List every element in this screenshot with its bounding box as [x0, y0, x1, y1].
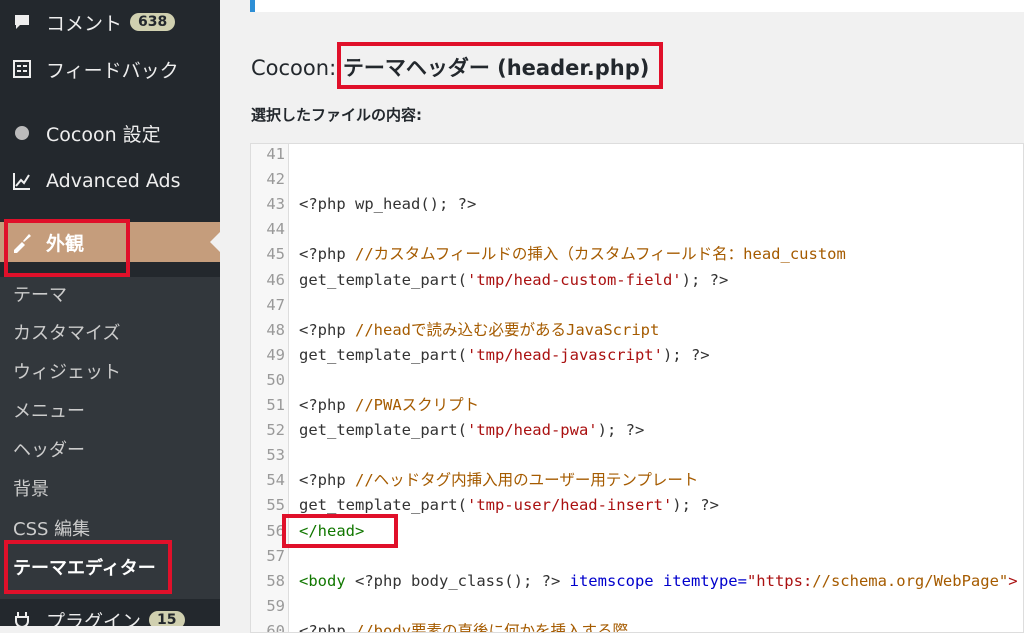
submenu-themes[interactable]: テーマ — [13, 278, 67, 314]
line-number: 46 — [266, 270, 285, 289]
menu-feedback[interactable]: フィードバック — [0, 49, 220, 89]
comment-icon — [10, 10, 34, 34]
code-editor[interactable]: 41 42 43 <?php wp_head(); ?> 44 45 <?php //カスタ… — [250, 143, 1024, 633]
chart-icon — [10, 169, 34, 193]
plugins-count-badge: 15 — [149, 611, 185, 626]
highlight-appearance — [4, 219, 130, 277]
line-number: 43 — [266, 195, 285, 214]
code-line[interactable]: 53 — [251, 443, 1023, 468]
code-line[interactable]: 43 <?php wp_head(); ?> — [251, 192, 1023, 217]
submenu-customize[interactable]: カスタマイズ — [13, 316, 120, 352]
menu-cocoon-label: Cocoon 設定 — [46, 123, 161, 146]
menu-feedback-label: フィードバック — [46, 59, 179, 82]
menu-cocoon-settings[interactable]: Cocoon 設定 — [0, 113, 220, 153]
line-number: 47 — [266, 295, 285, 314]
comments-count-badge: 638 — [130, 13, 176, 31]
line-code: get_template_part('tmp/head-pwa'); ?> — [299, 421, 645, 440]
code-line[interactable]: 44 — [251, 217, 1023, 242]
line-code: <?php //ヘッドタグ内挿入用のユーザー用テンプレート — [299, 471, 699, 490]
line-number: 52 — [266, 421, 285, 440]
code-line[interactable]: 49 get_template_part('tmp/head-javascript… — [251, 343, 1023, 368]
line-code: <?php wp_head(); ?> — [299, 195, 477, 214]
highlight-title — [337, 42, 663, 89]
code-line[interactable]: 58 <body <?php body_class(); ?> itemscope… — [251, 569, 1023, 594]
line-number: 58 — [266, 571, 285, 590]
plugin-icon — [10, 608, 34, 626]
menu-ads-label: Advanced Ads — [46, 170, 181, 192]
page-subtitle: 選択したファイルの内容: — [251, 106, 422, 124]
line-code: <body <?php body_class(); ?> itemscope i… — [299, 571, 1018, 590]
line-number: 42 — [266, 170, 285, 189]
line-number: 50 — [266, 370, 285, 389]
highlight-theme-editor — [4, 540, 172, 594]
notice-bar — [250, 0, 1024, 12]
menu-plugins-label: プラグイン — [46, 610, 142, 627]
code-line[interactable]: 52 get_template_part('tmp/head-pwa'); ?> — [251, 418, 1023, 443]
line-code: get_template_part('tmp/head-custom-field… — [299, 270, 729, 289]
code-line[interactable]: 59 — [251, 594, 1023, 619]
line-number: 54 — [266, 471, 285, 490]
line-number: 49 — [266, 345, 285, 364]
menu-advanced-ads[interactable]: Advanced Ads — [0, 161, 220, 201]
code-line[interactable]: 48 <?php //headで読み込む必要があるJavaScript — [251, 318, 1023, 343]
code-line[interactable]: 50 — [251, 368, 1023, 393]
line-code: <?php //カスタムフィールドの挿入（カスタムフィールド名：head_cus… — [299, 245, 846, 264]
title-prefix: Cocoon: — [251, 56, 343, 80]
code-line[interactable]: 51 <?php //PWAスクリプト — [251, 393, 1023, 418]
feedback-icon — [10, 57, 34, 81]
submenu-header[interactable]: ヘッダー — [13, 433, 85, 469]
submenu-menus[interactable]: メニュー — [13, 394, 85, 430]
line-number: 56 — [266, 521, 285, 540]
line-number: 59 — [266, 596, 285, 615]
line-number: 48 — [266, 320, 285, 339]
line-number: 45 — [266, 245, 285, 264]
highlight-head-close — [282, 514, 398, 548]
menu-comments[interactable]: コメント 638 — [0, 2, 220, 42]
menu-plugins[interactable]: プラグイン 15 — [0, 600, 220, 626]
code-line[interactable]: 42 — [251, 167, 1023, 192]
line-number: 55 — [266, 496, 285, 515]
submenu-widgets[interactable]: ウィジェット — [13, 355, 121, 391]
line-code: <?php //PWAスクリプト — [299, 396, 480, 414]
admin-sidebar: コメント 638 フィードバック Cocoon 設定 Advanced Ads … — [0, 0, 220, 626]
line-number: 51 — [266, 396, 285, 414]
line-number: 57 — [266, 546, 285, 565]
active-arrow — [210, 232, 220, 252]
line-number: 41 — [266, 145, 285, 163]
line-number: 53 — [266, 446, 285, 465]
line-number: 44 — [266, 220, 285, 239]
code-line[interactable]: 46 get_template_part('tmp/head-custom-fie… — [251, 268, 1023, 293]
code-line[interactable]: 45 <?php //カスタムフィールドの挿入（カスタムフィールド名：head_c… — [251, 242, 1023, 267]
line-code: get_template_part('tmp/head-javascript')… — [299, 345, 710, 364]
submenu-background[interactable]: 背景 — [13, 472, 49, 508]
circle-icon — [10, 121, 34, 145]
menu-comments-label: コメント — [46, 12, 123, 35]
code-line[interactable]: 41 — [251, 144, 1023, 167]
code-line[interactable]: 47 — [251, 293, 1023, 318]
line-code: <?php //headで読み込む必要があるJavaScript — [299, 320, 660, 339]
code-line[interactable]: 54 <?php //ヘッドタグ内挿入用のユーザー用テンプレート — [251, 468, 1023, 493]
